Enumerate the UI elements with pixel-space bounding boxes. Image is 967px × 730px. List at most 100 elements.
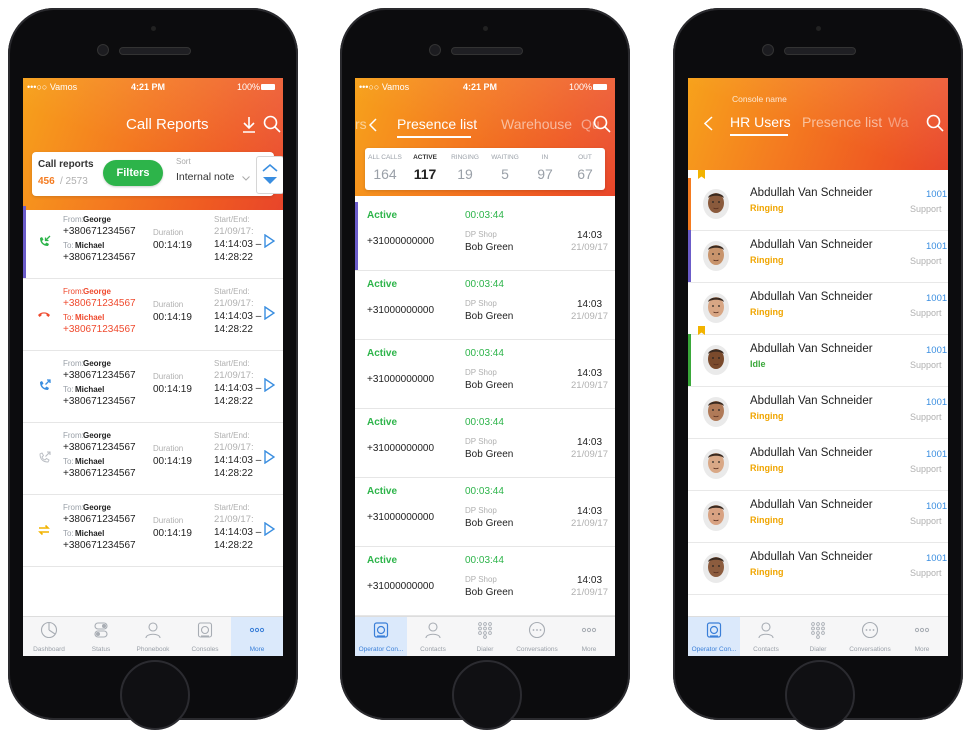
tab-consoles[interactable]: Consoles — [179, 617, 231, 656]
user-department: Support — [910, 308, 942, 318]
call-start: 14:14:03 – — [214, 311, 262, 322]
call-row[interactable]: From: George +380671234567 To: Michael +38067… — [23, 494, 283, 567]
from-number: +380671234567 — [63, 298, 136, 309]
stat-out[interactable]: OUT 67 — [565, 148, 605, 190]
stat-label: ALL CALLS — [368, 154, 402, 161]
incoming-call-icon — [40, 235, 51, 246]
user-status: Ringing — [750, 463, 784, 473]
user-avatar — [703, 345, 729, 375]
tab-dialer[interactable]: Dialer — [792, 617, 844, 656]
tab-operator-con[interactable]: Operator Con... — [355, 617, 407, 656]
stat-active[interactable]: ACTIVE 117 — [405, 148, 445, 190]
presence-row[interactable]: Active 00:03:44 +31000000000 DP Shop Bob Gre… — [355, 478, 615, 547]
bookmark-icon — [698, 170, 705, 179]
user-row[interactable]: Abdullah Van Schneider Ringing 1001 Support — [688, 490, 948, 543]
selected-row-marker — [23, 206, 26, 278]
tab-dashboard[interactable]: Dashboard — [23, 617, 75, 656]
back-chevron-icon[interactable] — [704, 116, 713, 131]
call-list: From: George +380671234567 To: Michael +38067… — [23, 206, 283, 616]
tab-operator-con[interactable]: Operator Con... — [688, 617, 740, 656]
user-department: Support — [910, 412, 942, 422]
stat-in[interactable]: IN 97 — [525, 148, 565, 190]
stat-waiting[interactable]: WAITING 5 — [485, 148, 525, 190]
presence-row[interactable]: Active 00:03:44 +31000000000 DP Shop Bob Gre… — [355, 409, 615, 478]
play-icon[interactable] — [264, 450, 275, 464]
sort-direction-toggle[interactable] — [256, 156, 283, 194]
search-icon[interactable] — [926, 114, 944, 132]
tab-presence-list[interactable]: Presence list — [802, 114, 882, 130]
presence-list: Active 00:03:44 +31000000000 DP Shop Bob Gre… — [355, 202, 615, 616]
duration-value: 00:14:19 — [153, 528, 192, 539]
agent-name: Bob Green — [465, 587, 514, 598]
start-end-label: Start/End: — [214, 503, 250, 512]
play-icon[interactable] — [264, 234, 275, 248]
call-date: 21/09/17: — [214, 370, 254, 381]
call-end: 14:28:22 — [214, 540, 253, 551]
stat-value: 117 — [413, 166, 437, 182]
phone-frame-1: •••○○ Vamos 4:21 PM 100% Call Reports Ca… — [8, 8, 298, 730]
call-row[interactable]: From: George +380671234567 To: Michael +38067… — [23, 350, 283, 423]
tab-presence-list[interactable]: Presence list — [397, 116, 477, 132]
user-extension: 1001 — [926, 501, 948, 512]
user-row[interactable]: Abdullah Van Schneider Ringing 1001 Support — [688, 542, 948, 595]
play-icon[interactable] — [264, 306, 275, 320]
user-row[interactable]: Abdullah Van Schneider Ringing 1001 Support — [688, 438, 948, 491]
header: Console name HR Users Presence list Wa — [688, 78, 948, 170]
stat-value: 164 — [373, 166, 397, 182]
queue-name: DP Shop — [465, 506, 497, 515]
user-row[interactable]: Abdullah Van Schneider Ringing 1001 Support — [688, 170, 948, 231]
stat-ringing[interactable]: RINGING 19 — [445, 148, 485, 190]
tab-more[interactable]: More — [231, 617, 283, 656]
user-avatar — [703, 241, 729, 271]
presence-row[interactable]: Active 00:03:44 +31000000000 DP Shop Bob Gre… — [355, 340, 615, 409]
presence-row[interactable]: Active 00:03:44 +31000000000 DP Shop Bob Gre… — [355, 271, 615, 340]
tab-contacts[interactable]: Contacts — [407, 617, 459, 656]
bottom-tab-bar: Operator Con... Contacts Dialer Conversatio… — [688, 616, 948, 656]
call-status: Active — [367, 555, 398, 566]
user-row[interactable]: Abdullah Van Schneider Idle 1001 Support — [688, 326, 948, 387]
call-time: 14:03 — [577, 230, 603, 241]
stat-all-calls[interactable]: ALL CALLS 164 — [365, 148, 405, 190]
tab-status[interactable]: Status — [75, 617, 127, 656]
duration-label: Duration — [153, 228, 184, 237]
call-date: 21/09/17 — [571, 449, 608, 460]
download-icon[interactable] — [241, 116, 257, 134]
tab-warehouse[interactable]: Warehouse — [501, 116, 572, 132]
count-main: 456 — [38, 176, 55, 187]
call-duration: 00:03:44 — [465, 486, 504, 497]
user-name: Abdullah Van Schneider — [750, 395, 873, 407]
sort-select[interactable]: Internal note — [176, 171, 234, 183]
call-row[interactable]: From: George +380671234567 To: Michael +38067… — [23, 206, 283, 279]
call-row[interactable]: From: George +380671234567 To: Michael +38067… — [23, 422, 283, 495]
tab-dialer[interactable]: Dialer — [459, 617, 511, 656]
tab-more[interactable]: More — [896, 617, 948, 656]
user-row[interactable]: Abdullah Van Schneider Ringing 1001 Support — [688, 282, 948, 335]
filters-button[interactable]: Filters — [103, 160, 163, 186]
tab-prev-partial[interactable]: rs — [355, 116, 367, 132]
tab-conversations[interactable]: Conversations — [844, 617, 896, 656]
play-icon[interactable] — [264, 522, 275, 536]
queue-name: DP Shop — [465, 437, 497, 446]
tab-hr-users[interactable]: HR Users — [730, 114, 791, 130]
user-row[interactable]: Abdullah Van Schneider Ringing 1001 Support — [688, 230, 948, 283]
tab-phonebook[interactable]: Phonebook — [127, 617, 179, 656]
stat-label: ACTIVE — [413, 154, 437, 161]
play-icon[interactable] — [264, 378, 275, 392]
stat-label: RINGING — [451, 154, 479, 161]
call-row[interactable]: From: George +380671234567 To: Michael +38067… — [23, 278, 283, 351]
tab-contacts[interactable]: Contacts — [740, 617, 792, 656]
presence-row[interactable]: Active 00:03:44 +31000000000 DP Shop Bob Gre… — [355, 202, 615, 271]
search-icon[interactable] — [593, 115, 611, 133]
front-camera — [763, 45, 773, 55]
presence-row[interactable]: Active 00:03:44 +31000000000 DP Shop Bob Gre… — [355, 547, 615, 616]
search-icon[interactable] — [263, 115, 281, 133]
start-end-label: Start/End: — [214, 359, 250, 368]
tab-conversations[interactable]: Conversations — [511, 617, 563, 656]
to-number: +380671234567 — [63, 252, 136, 263]
tab-next-partial[interactable]: Wa — [888, 114, 908, 130]
user-row[interactable]: Abdullah Van Schneider Ringing 1001 Support — [688, 386, 948, 439]
tab-more[interactable]: More — [563, 617, 615, 656]
phonebook-icon — [145, 622, 161, 639]
chevron-left-icon[interactable] — [369, 118, 377, 132]
stat-value: 5 — [501, 166, 509, 182]
